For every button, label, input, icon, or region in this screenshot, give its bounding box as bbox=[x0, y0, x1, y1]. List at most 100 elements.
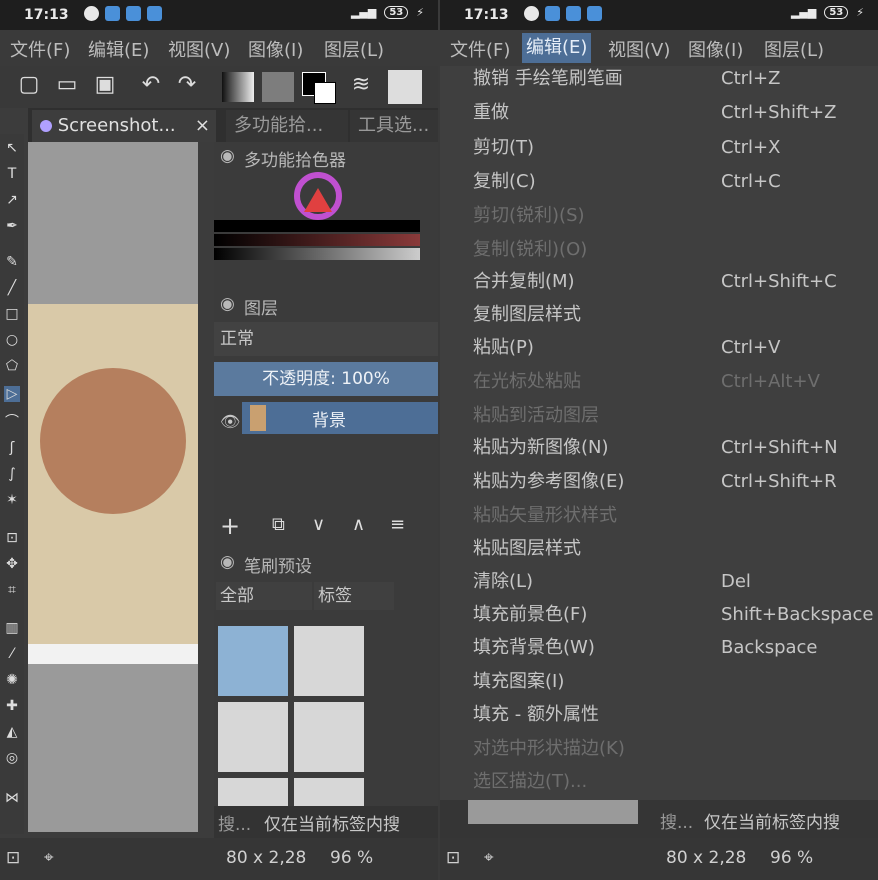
slider-r[interactable] bbox=[214, 220, 420, 232]
close-tab-icon[interactable]: × bbox=[195, 110, 210, 142]
zoom-fit-icon[interactable]: ⌖ bbox=[484, 848, 494, 868]
edit-menu-item[interactable]: 剪切(T) bbox=[473, 133, 534, 163]
edit-menu-item[interactable]: 重做 bbox=[473, 98, 509, 128]
gradient-swatch[interactable] bbox=[222, 72, 254, 102]
move-up-icon[interactable]: ∧ bbox=[352, 514, 365, 535]
edit-menu-item[interactable]: 粘贴为参考图像(E) bbox=[473, 467, 624, 497]
smart-patch-icon[interactable]: ✺ bbox=[4, 672, 20, 688]
lock-icon[interactable]: ◉ bbox=[220, 294, 235, 314]
menu-file[interactable]: 文件(F) bbox=[450, 36, 510, 62]
brush-preset-item[interactable] bbox=[294, 626, 364, 696]
edit-menu-item[interactable]: 撤销 手绘笔刷笔画 bbox=[473, 64, 623, 94]
lock-icon[interactable]: ◉ bbox=[220, 552, 235, 572]
edit-menu-item[interactable]: 粘贴图层样式 bbox=[473, 534, 581, 564]
open-folder-icon[interactable]: ▭ bbox=[54, 72, 80, 98]
move-down-icon[interactable]: ∨ bbox=[312, 514, 325, 535]
new-document-icon[interactable]: ▢ bbox=[16, 72, 42, 98]
brush-preset-item[interactable] bbox=[294, 702, 364, 772]
edit-menu-item[interactable]: 填充图案(I) bbox=[473, 667, 564, 697]
crop-tool-icon[interactable]: ⌗ bbox=[4, 582, 20, 598]
gradient-tool-icon[interactable]: ▥ bbox=[4, 620, 20, 636]
ellipse-tool-icon[interactable]: ○ bbox=[4, 332, 20, 348]
brush-preset-button[interactable] bbox=[388, 70, 422, 104]
edit-menu-item[interactable]: 填充前景色(F) bbox=[473, 600, 587, 630]
background-color-swatch[interactable] bbox=[314, 82, 336, 104]
edit-menu-item[interactable]: 粘贴为新图像(N) bbox=[473, 433, 609, 463]
blend-mode-select[interactable]: 正常 bbox=[214, 322, 438, 356]
menu-layer[interactable]: 图层(L) bbox=[764, 36, 824, 62]
brush-search-input[interactable]: 搜... bbox=[660, 808, 693, 833]
fit-icon[interactable]: ⊡ bbox=[6, 848, 20, 868]
multibrush-icon[interactable]: ✶ bbox=[4, 492, 20, 508]
edit-menu-item[interactable]: 复制(C) bbox=[473, 167, 536, 197]
zoom-fit-icon[interactable]: ⌖ bbox=[44, 848, 54, 868]
duplicate-layer-icon[interactable]: ⧉ bbox=[272, 514, 285, 535]
layer-row[interactable]: 背景 bbox=[242, 402, 438, 434]
edit-menu-item[interactable]: 粘贴(P) bbox=[473, 333, 534, 363]
colorize-mask-icon[interactable]: ✚ bbox=[4, 698, 20, 714]
add-layer-icon[interactable]: + bbox=[220, 512, 240, 540]
menu-view[interactable]: 视图(V) bbox=[168, 36, 230, 62]
opacity-slider[interactable]: 不透明度: 100% bbox=[214, 362, 438, 396]
transform-tool-icon[interactable]: ⊡ bbox=[4, 530, 20, 546]
tab-multi-picker[interactable]: 多功能拾... bbox=[226, 110, 348, 142]
fit-icon[interactable]: ⊡ bbox=[446, 848, 460, 868]
bezier-tool-icon[interactable]: ⌒ bbox=[4, 414, 20, 430]
edit-menu-item[interactable]: 复制图层样式 bbox=[473, 300, 581, 330]
left-screen: 17:13 ▂▄▆ 53 ⚡ 文件(F) 编辑(E) 视图(V) 图像(I) 图层(… bbox=[0, 0, 438, 880]
eye-icon[interactable]: 👁 bbox=[220, 412, 240, 431]
brush-tag-button[interactable]: 标签 bbox=[314, 582, 394, 610]
move-tool-icon[interactable]: ✥ bbox=[4, 556, 20, 572]
edit-shape-icon[interactable]: ↗ bbox=[4, 192, 20, 208]
menu-image[interactable]: 图像(I) bbox=[688, 36, 743, 62]
brush-preset-item[interactable] bbox=[218, 778, 288, 806]
tab-tool-options[interactable]: 工具选... bbox=[350, 110, 438, 142]
edit-menu-item[interactable]: 合并复制(M) bbox=[473, 267, 575, 297]
slider-b[interactable] bbox=[214, 248, 420, 260]
freehand-path-icon[interactable]: ʃ bbox=[4, 440, 20, 456]
lock-icon[interactable]: ◉ bbox=[220, 146, 235, 166]
brush-tool-icon[interactable]: ✎ bbox=[4, 254, 20, 270]
edit-menu-shortcut: Ctrl+Shift+Z bbox=[721, 102, 837, 123]
search-tag-only-checkbox[interactable]: 仅在当前标签内搜 bbox=[264, 810, 400, 835]
redo-icon[interactable]: ↷ bbox=[174, 72, 200, 98]
zoom-level[interactable]: 96 % bbox=[770, 848, 813, 868]
polyline-tool-icon[interactable]: ▷ bbox=[4, 386, 20, 402]
menu-edit[interactable]: 编辑(E) bbox=[88, 36, 149, 62]
menu-image[interactable]: 图像(I) bbox=[248, 36, 303, 62]
save-icon[interactable]: ▣ bbox=[92, 72, 118, 98]
document-tab[interactable]: Screenshot... × bbox=[32, 110, 216, 142]
brush-preset-item[interactable] bbox=[294, 778, 364, 806]
brush-settings-icon[interactable]: ≋ bbox=[348, 72, 374, 98]
zoom-level[interactable]: 96 % bbox=[330, 848, 373, 868]
assistant-tool-icon[interactable]: ◎ bbox=[4, 750, 20, 766]
edit-menu-item[interactable]: 填充 - 额外属性 bbox=[473, 700, 599, 730]
menu-file[interactable]: 文件(F) bbox=[10, 36, 70, 62]
brush-search-input[interactable]: 搜... bbox=[218, 810, 251, 835]
edit-menu-item[interactable]: 填充背景色(W) bbox=[473, 633, 595, 663]
menu-view[interactable]: 视图(V) bbox=[608, 36, 670, 62]
rectangle-tool-icon[interactable]: □ bbox=[4, 306, 20, 322]
slider-g[interactable] bbox=[214, 234, 420, 246]
line-tool-icon[interactable]: ╱ bbox=[4, 280, 20, 296]
text-tool-icon[interactable]: T bbox=[4, 166, 20, 182]
polygon-tool-icon[interactable]: ⬠ bbox=[4, 358, 20, 374]
calligraphy-icon[interactable]: ✒ bbox=[4, 218, 20, 234]
menu-edit[interactable]: 编辑(E) bbox=[522, 33, 592, 63]
canvas-area[interactable] bbox=[28, 142, 198, 832]
layer-properties-icon[interactable]: ≡ bbox=[390, 514, 405, 535]
edit-menu-item[interactable]: 清除(L) bbox=[473, 567, 533, 597]
brush-filter-select[interactable]: 全部 bbox=[216, 582, 312, 610]
color-triangle[interactable] bbox=[304, 188, 332, 212]
pattern-swatch[interactable] bbox=[262, 72, 294, 102]
select-tool-icon[interactable]: ↖ bbox=[4, 140, 20, 156]
measure-tool-icon[interactable]: ⋈ bbox=[4, 790, 20, 806]
brush-preset-item[interactable] bbox=[218, 626, 288, 696]
color-picker-icon[interactable]: ⁄ bbox=[4, 646, 20, 662]
menu-layer[interactable]: 图层(L) bbox=[324, 36, 384, 62]
search-tag-only-checkbox[interactable]: 仅在当前标签内搜 bbox=[704, 808, 840, 833]
undo-icon[interactable]: ↶ bbox=[138, 72, 164, 98]
fill-tool-icon[interactable]: ◭ bbox=[4, 724, 20, 740]
brush-preset-item[interactable] bbox=[218, 702, 288, 772]
dynamic-brush-icon[interactable]: ∫ bbox=[4, 466, 20, 482]
